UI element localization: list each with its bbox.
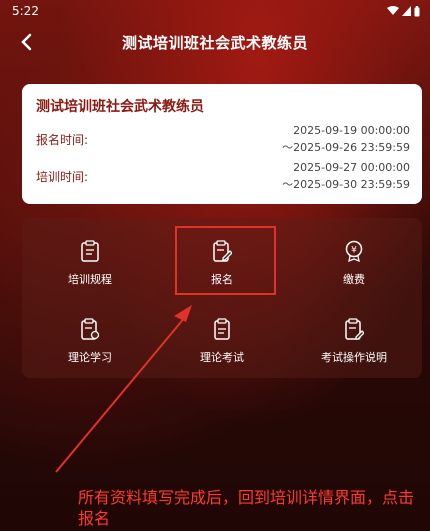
yen-medal-icon: ¥ [345, 240, 363, 262]
registration-time-values: 2025-09-19 00:00:00 ～2025-09-26 23:59:59 [282, 122, 410, 156]
document-icon [81, 240, 99, 262]
svg-text:¥: ¥ [351, 246, 357, 256]
menu-label-payment: 缴费 [343, 273, 365, 286]
registration-time-label: 报名时间: [36, 132, 89, 147]
exam-clipboard-icon [214, 318, 230, 340]
menu-label-theory-exam: 理论考试 [200, 351, 244, 364]
status-time: 5:22 [12, 4, 39, 18]
menu-label-training-rules: 培训规程 [68, 273, 112, 286]
battery-icon [414, 5, 420, 16]
menu-item-theory-study[interactable]: 理论学习 [30, 318, 150, 378]
page-title: 测试培训班社会武术教练员 [121, 33, 308, 52]
wifi-icon [387, 6, 399, 15]
registration-time-row: 报名时间: 2025-09-19 00:00:00 ～2025-09-26 23… [36, 122, 410, 156]
training-time-row: 培训时间: 2025-09-27 00:00:00 ～2025-09-30 23… [36, 159, 410, 193]
training-start: 2025-09-27 00:00:00 [293, 161, 410, 174]
menu-label-exam-instructions: 考试操作说明 [321, 351, 387, 364]
nav-bar: 测试培训班社会武术教练员 [0, 26, 430, 58]
registration-end: ～2025-09-26 23:59:59 [282, 141, 410, 154]
menu-item-payment[interactable]: ¥ 缴费 [294, 240, 414, 300]
status-icons [387, 5, 420, 17]
training-time-values: 2025-09-27 00:00:00 ～2025-09-30 23:59:59 [282, 159, 410, 193]
status-bar: 5:22 [0, 0, 430, 22]
course-info-card: 测试培训班社会武术教练员 报名时间: 2025-09-19 00:00:00 ～… [22, 84, 422, 204]
menu-item-exam-instructions[interactable]: 考试操作说明 [294, 318, 414, 378]
registration-start: 2025-09-19 00:00:00 [293, 124, 410, 137]
menu-label-theory-study: 理论学习 [68, 351, 112, 364]
instruction-annotation: 所有资料填写完成后，回到培训详情界面，点击报名 [78, 488, 415, 528]
menu-item-theory-exam[interactable]: 理论考试 [162, 318, 282, 378]
study-document-icon [81, 318, 100, 340]
instructions-icon [345, 318, 364, 340]
signal-icon [402, 6, 411, 16]
menu-item-training-rules[interactable]: 培训规程 [30, 240, 150, 300]
training-time-label: 培训时间: [36, 169, 89, 184]
back-arrow-icon[interactable] [14, 30, 38, 54]
card-title: 测试培训班社会武术教练员 [36, 99, 204, 115]
register-highlight-box [175, 226, 276, 295]
training-end: ～2025-09-30 23:59:59 [282, 178, 410, 191]
